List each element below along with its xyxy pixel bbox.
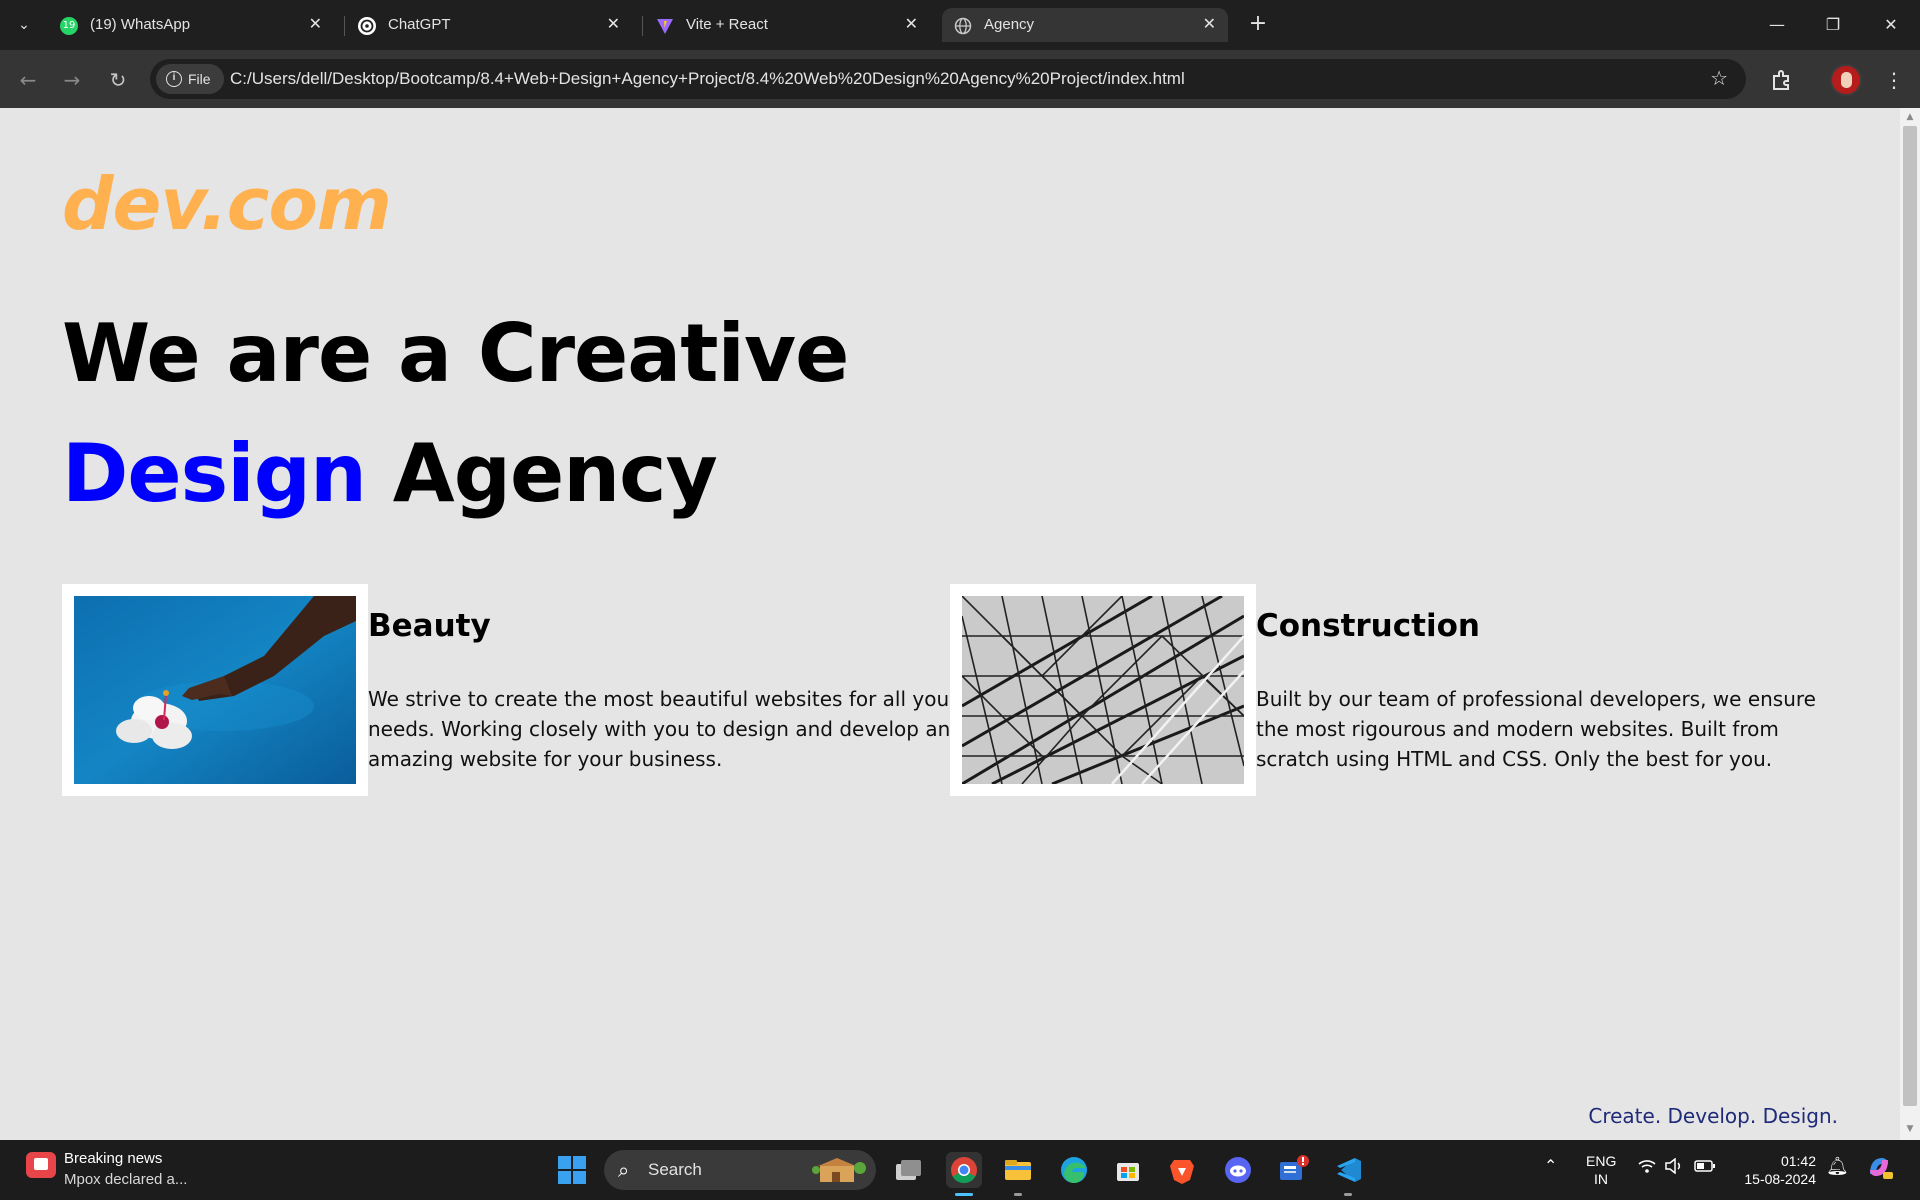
- whatsapp-icon: 19: [60, 17, 78, 35]
- battery-icon[interactable]: [1694, 1158, 1716, 1179]
- restore-icon[interactable]: ❐: [1818, 12, 1848, 38]
- globe-icon: [954, 17, 972, 35]
- clock-date: 15-08-2024: [1744, 1171, 1816, 1187]
- service-description: Built by our team of professional develo…: [1256, 687, 1816, 771]
- vscode-running-indicator: [1344, 1193, 1352, 1196]
- system-clock[interactable]: 01:42 15-08-2024: [1736, 1152, 1816, 1188]
- microsoft-store-icon[interactable]: [1110, 1152, 1146, 1188]
- tab-search-chevron-icon[interactable]: ⌄: [10, 12, 38, 38]
- beauty-image-hand-flower-water: [74, 596, 356, 784]
- info-icon: i: [166, 71, 182, 87]
- tab-title: Agency: [984, 16, 1035, 33]
- volume-icon[interactable]: [1664, 1157, 1684, 1179]
- forward-arrow-icon[interactable]: →: [58, 66, 86, 94]
- tab-agency[interactable]: Agency ✕: [942, 8, 1228, 42]
- tab-chatgpt[interactable]: ChatGPT ✕: [346, 8, 632, 42]
- windows-start-icon[interactable]: [558, 1156, 586, 1184]
- taskbar-search-label: Search: [648, 1160, 702, 1179]
- search-highlight-illustration: [812, 1158, 866, 1182]
- news-widget-title[interactable]: Breaking news: [64, 1150, 162, 1167]
- windows-taskbar: Breaking news Mpox declared a... ⌕ Searc…: [0, 1140, 1920, 1200]
- close-tab-icon[interactable]: ✕: [607, 14, 620, 33]
- tab-divider: [642, 16, 643, 36]
- hero-line-1: We are a Creative: [62, 307, 849, 400]
- close-window-icon[interactable]: ✕: [1876, 12, 1906, 38]
- file-explorer-icon[interactable]: [1000, 1152, 1036, 1188]
- browser-menu-icon[interactable]: ⋮: [1878, 64, 1910, 96]
- scrollbar-thumb[interactable]: [1903, 126, 1917, 1106]
- chrome-icon[interactable]: [946, 1152, 982, 1188]
- search-icon: ⌕: [618, 1158, 630, 1182]
- tab-title: Vite + React: [686, 16, 768, 33]
- wifi-icon[interactable]: [1638, 1158, 1656, 1179]
- clock-time: 01:42: [1780, 1153, 1816, 1169]
- tab-whatsapp[interactable]: 19 (19) WhatsApp ✕: [48, 8, 334, 42]
- extensions-puzzle-icon[interactable]: [1766, 64, 1798, 96]
- tab-vite-react[interactable]: Vite + React ✕: [644, 8, 930, 42]
- page-viewport: dev.com We are a Creative Design Agency: [0, 108, 1900, 1140]
- site-info-label: File: [188, 71, 211, 87]
- back-arrow-icon[interactable]: ←: [14, 66, 42, 94]
- news-widget-subtitle[interactable]: Mpox declared a...: [64, 1171, 187, 1188]
- service-image-frame: [62, 584, 368, 796]
- tab-strip: ⌄ 19 (19) WhatsApp ✕ ChatGPT ✕ Vite + Re…: [0, 0, 1920, 50]
- address-bar[interactable]: i File C:/Users/dell/Desktop/Bootcamp/8.…: [150, 59, 1746, 99]
- tab-divider: [344, 16, 345, 36]
- profile-avatar[interactable]: [1830, 64, 1862, 96]
- hero-line-2: Agency: [365, 427, 718, 520]
- chrome-active-indicator: [955, 1193, 973, 1196]
- brave-icon[interactable]: [1164, 1152, 1200, 1188]
- vscode-icon[interactable]: [1330, 1152, 1366, 1188]
- site-info-chip[interactable]: i File: [156, 64, 224, 94]
- language-indicator[interactable]: ENG IN: [1586, 1152, 1616, 1188]
- edge-icon[interactable]: [1056, 1152, 1092, 1188]
- copilot-icon[interactable]: [1864, 1152, 1894, 1187]
- service-description: We strive to create the most beautiful w…: [368, 687, 958, 771]
- news-app-icon[interactable]: [1274, 1152, 1310, 1188]
- minimize-icon[interactable]: —: [1762, 12, 1792, 38]
- show-hidden-icons-chevron-icon[interactable]: ⌃: [1544, 1156, 1557, 1176]
- close-tab-icon[interactable]: ✕: [905, 14, 918, 33]
- scroll-up-arrow-icon[interactable]: ▲: [1903, 112, 1917, 122]
- reload-icon[interactable]: ↻: [104, 66, 132, 94]
- task-view-icon[interactable]: [890, 1152, 926, 1188]
- service-title: Beauty: [368, 608, 491, 644]
- region-code: IN: [1594, 1171, 1608, 1187]
- hero-accent-word: Design: [62, 427, 367, 520]
- vite-icon: [656, 17, 674, 35]
- chatgpt-icon: [358, 17, 376, 35]
- language-code: ENG: [1586, 1153, 1617, 1169]
- notifications-bell-icon[interactable]: 🔔︎: [1826, 1156, 1849, 1177]
- discord-icon[interactable]: [1220, 1152, 1256, 1188]
- new-tab-plus-icon[interactable]: +: [1244, 10, 1272, 38]
- service-title: Construction: [1256, 608, 1480, 644]
- footer-tagline: Create. Develop. Design.: [1588, 1104, 1838, 1128]
- file-explorer-running-indicator: [1014, 1193, 1022, 1196]
- url-text[interactable]: C:/Users/dell/Desktop/Bootcamp/8.4+Web+D…: [230, 69, 1185, 89]
- construction-image-steel-frame: [962, 596, 1244, 784]
- close-tab-icon[interactable]: ✕: [309, 14, 322, 33]
- scroll-down-arrow-icon[interactable]: ▼: [1903, 1124, 1917, 1134]
- hero-heading: We are a Creative Design Agency: [62, 294, 849, 534]
- tab-title: ChatGPT: [388, 16, 451, 33]
- news-widget-icon[interactable]: [26, 1152, 56, 1178]
- tab-title: (19) WhatsApp: [90, 16, 191, 33]
- close-tab-icon[interactable]: ✕: [1203, 14, 1216, 33]
- taskbar-search[interactable]: ⌕ Search: [604, 1150, 876, 1190]
- service-image-frame: [950, 584, 1256, 796]
- bookmark-star-icon[interactable]: ☆: [1710, 66, 1728, 90]
- site-logo[interactable]: dev.com: [62, 162, 392, 246]
